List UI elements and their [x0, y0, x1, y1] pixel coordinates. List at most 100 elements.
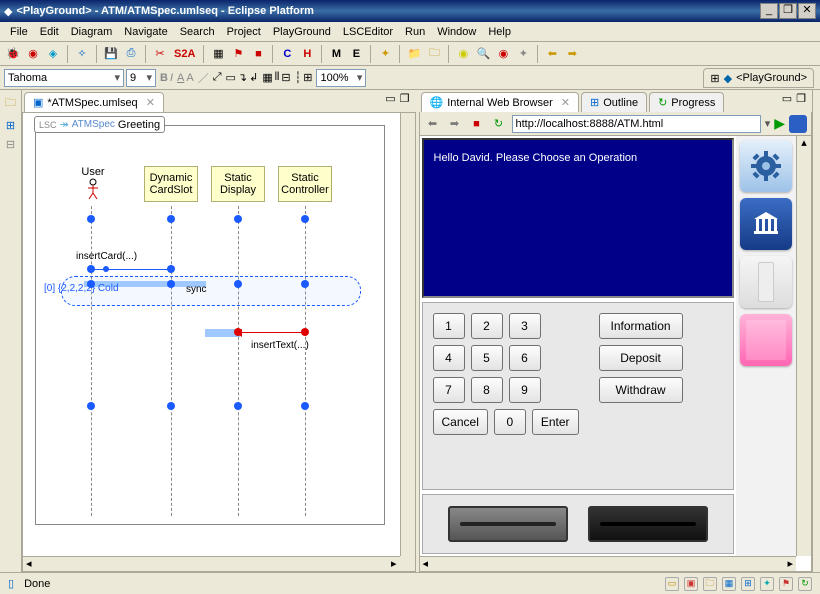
editor-tab-close-icon[interactable]: ✕ [146, 96, 155, 109]
e-button[interactable]: E [347, 45, 365, 63]
cancel-button[interactable]: Cancel [433, 409, 488, 435]
tray-icon-7[interactable]: ⚑ [779, 577, 793, 591]
close-button[interactable]: ✕ [798, 3, 816, 19]
card1-tile[interactable] [740, 256, 792, 308]
editor-vscrollbar[interactable] [400, 113, 415, 556]
cube-icon[interactable]: ◉ [24, 45, 42, 63]
lifeline-controller[interactable]: StaticController [278, 166, 332, 202]
key-3[interactable]: 3 [509, 313, 541, 339]
save-icon[interactable]: 💾 [102, 45, 120, 63]
address-dropdown-icon[interactable]: ▾ [765, 117, 771, 130]
card2-tile[interactable] [740, 314, 792, 366]
menu-diagram[interactable]: Diagram [65, 24, 119, 40]
ladybug-icon[interactable]: 🐞 [4, 45, 22, 63]
tray-icon-5[interactable]: ⊞ [741, 577, 755, 591]
s2a-button[interactable]: S2A [171, 45, 198, 63]
bold-button[interactable]: B [160, 72, 168, 84]
menu-playground[interactable]: PlayGround [267, 24, 337, 40]
back-icon[interactable]: ⬅ [543, 45, 561, 63]
key-7[interactable]: 7 [433, 377, 465, 403]
actor-user[interactable]: User [66, 166, 120, 203]
browser-external-icon[interactable] [789, 115, 807, 133]
stop-icon[interactable]: ■ [249, 45, 267, 63]
browser-forward-icon[interactable]: ➡ [446, 115, 464, 133]
grid-icon[interactable]: ▦ [262, 71, 272, 84]
italic-button[interactable]: I [170, 72, 173, 84]
editor-hscrollbar[interactable]: ◂▸ [23, 556, 400, 571]
minimize-view-icon[interactable]: ▭ [385, 92, 395, 105]
menu-window[interactable]: Window [431, 24, 482, 40]
browser-hscrollbar[interactable]: ◂▸ [420, 556, 797, 571]
crystal-icon[interactable]: ◈ [44, 45, 62, 63]
c-button[interactable]: C [278, 45, 296, 63]
autosize-icon[interactable]: ⤢ [213, 71, 222, 84]
yellow-dot-icon[interactable]: ◉ [454, 45, 472, 63]
align-icon[interactable]: ⫴ [275, 71, 280, 84]
saveall-icon[interactable]: ⎙ [122, 45, 140, 63]
diagram-editor[interactable]: LSC ↠ ATMSpec Greeting User [22, 112, 416, 572]
key-8[interactable]: 8 [471, 377, 503, 403]
new-icon[interactable]: ✧ [73, 45, 91, 63]
showg-icon[interactable]: ⊞ [303, 71, 312, 84]
lsc-diagram[interactable]: LSC ↠ ATMSpec Greeting User [35, 125, 385, 525]
card-slot[interactable] [588, 506, 708, 542]
tray-icon-1[interactable]: ▭ [665, 577, 679, 591]
key-4[interactable]: 4 [433, 345, 465, 371]
key-2[interactable]: 2 [471, 313, 503, 339]
maximize-view-icon[interactable]: ❐ [796, 92, 806, 105]
navigator-icon[interactable]: 🗀 [5, 94, 16, 113]
menu-edit[interactable]: Edit [34, 24, 65, 40]
restore-button[interactable]: ❐ [779, 3, 797, 19]
key-5[interactable]: 5 [471, 345, 503, 371]
key-9[interactable]: 9 [509, 377, 541, 403]
key-6[interactable]: 6 [509, 345, 541, 371]
menu-project[interactable]: Project [221, 24, 267, 40]
folder-icon[interactable]: 📁 [405, 45, 423, 63]
scissors-icon[interactable]: ✂ [151, 45, 169, 63]
maximize-view-icon[interactable]: ❐ [400, 92, 410, 105]
star-icon[interactable]: ✦ [514, 45, 532, 63]
menu-help[interactable]: Help [482, 24, 517, 40]
browser-back-icon[interactable]: ⬅ [424, 115, 442, 133]
hierarchy-icon[interactable]: ⊟ [6, 138, 15, 151]
deposit-button[interactable]: Deposit [599, 345, 683, 371]
tab-outline[interactable]: ⊞ Outline [581, 92, 647, 112]
browser-vscrollbar[interactable]: ▴ [796, 136, 811, 556]
folder2-icon[interactable]: 🗀 [425, 45, 443, 63]
tab-internal-browser[interactable]: 🌐 Internal Web Browser ✕ [421, 92, 580, 112]
barcode-icon[interactable]: ▦ [209, 45, 227, 63]
font-select[interactable]: Tahoma▾ [4, 69, 124, 87]
tray-icon-3[interactable]: 🗀 [703, 577, 717, 591]
line-color-icon[interactable]: ／ [198, 70, 209, 86]
perspective-open-icon[interactable]: ⊞ [710, 72, 719, 85]
search-icon[interactable]: 🔍 [474, 45, 492, 63]
router2-icon[interactable]: ↲ [249, 71, 258, 84]
font-size-select[interactable]: 9▾ [126, 69, 156, 87]
browser-stop-icon[interactable]: ■ [468, 115, 486, 133]
browser-refresh-icon[interactable]: ↻ [490, 115, 508, 133]
bank-tile[interactable] [740, 198, 792, 250]
zoom-select[interactable]: 100%▾ [316, 69, 366, 87]
information-button[interactable]: Information [599, 313, 683, 339]
menu-search[interactable]: Search [174, 24, 221, 40]
menu-file[interactable]: File [4, 24, 34, 40]
menu-lsceditor[interactable]: LSCEditor [337, 24, 399, 40]
select-icon[interactable]: ▭ [226, 71, 236, 84]
wand-icon[interactable]: ✦ [376, 45, 394, 63]
tray-icon-6[interactable]: ✦ [760, 577, 774, 591]
fill-color-icon[interactable]: A [186, 72, 193, 84]
red-target-icon[interactable]: ◉ [494, 45, 512, 63]
tab-close-icon[interactable]: ✕ [561, 96, 570, 109]
key-1[interactable]: 1 [433, 313, 465, 339]
minimize-button[interactable]: _ [760, 3, 778, 19]
tray-icon-2[interactable]: ▣ [684, 577, 698, 591]
gear-tile[interactable] [740, 140, 792, 192]
hides-icon[interactable]: ┆ [295, 71, 302, 84]
m-button[interactable]: M [327, 45, 345, 63]
distribute-icon[interactable]: ⊟ [281, 71, 290, 84]
h-button[interactable]: H [298, 45, 316, 63]
editor-tab-atmspec[interactable]: ▣ *ATMSpec.umlseq ✕ [24, 92, 164, 112]
perspective-switcher[interactable]: ⊞ ◆ <PlayGround> [703, 68, 814, 88]
cash-slot[interactable] [448, 506, 568, 542]
withdraw-button[interactable]: Withdraw [599, 377, 683, 403]
